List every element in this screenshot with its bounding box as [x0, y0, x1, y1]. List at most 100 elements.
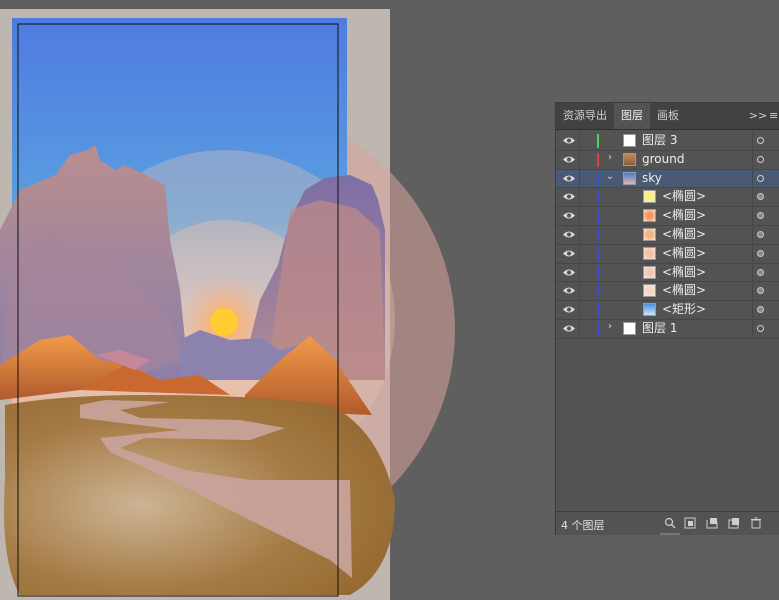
layer-color-bar [597, 209, 599, 224]
visibility-eye-icon[interactable] [562, 323, 576, 334]
layer-name[interactable]: ground [642, 151, 684, 168]
lock-toggle[interactable] [580, 170, 596, 187]
layer-color-bar [597, 303, 599, 318]
sublayer-row[interactable]: <椭圆> [556, 188, 779, 208]
lock-toggle[interactable] [580, 264, 596, 281]
layers-panel: 资源导出 图层 画板 >> ≡ 图层 3 › ground ⌄ sky <椭圆> <椭圆> <… [555, 102, 779, 535]
sublayer-row[interactable]: <椭圆> [556, 225, 779, 245]
target-circle-icon[interactable] [757, 137, 764, 144]
visibility-eye-icon[interactable] [562, 154, 576, 165]
lock-toggle[interactable] [580, 132, 596, 149]
lock-toggle[interactable] [580, 207, 596, 224]
layer-color-bar [597, 171, 599, 186]
column-divider [752, 282, 753, 301]
make-clipping-mask-icon[interactable] [684, 517, 696, 529]
layer-thumbnail [643, 284, 656, 298]
sublayer-row[interactable]: <矩形> [556, 301, 779, 320]
sublayer-row[interactable]: <椭圆> [556, 282, 779, 302]
target-circle-icon[interactable] [757, 249, 764, 257]
lock-toggle[interactable] [580, 245, 596, 262]
visibility-eye-icon[interactable] [562, 248, 576, 259]
new-layer-icon[interactable] [728, 517, 740, 529]
chevron-down-icon[interactable]: ⌄ [605, 171, 615, 182]
column-divider [752, 207, 753, 225]
lock-toggle[interactable] [580, 282, 596, 299]
layer-name[interactable]: 图层 1 [642, 320, 677, 337]
sublayer-row[interactable]: <椭圆> [556, 244, 779, 264]
layer-row[interactable]: ⌄ sky [556, 169, 779, 189]
layers-list: 图层 3 › ground ⌄ sky <椭圆> <椭圆> <椭圆> <椭圆> <椭圆> <椭圆> <… [556, 132, 779, 339]
visibility-eye-icon[interactable] [562, 191, 576, 202]
target-circle-icon[interactable] [757, 230, 764, 238]
tab-asset-export[interactable]: 资源导出 [556, 103, 614, 129]
layer-color-bar [597, 190, 599, 205]
column-divider [752, 132, 753, 150]
target-circle-icon[interactable] [757, 306, 764, 314]
layer-name[interactable]: sky [642, 170, 662, 187]
visibility-eye-icon[interactable] [562, 229, 576, 240]
layer-row[interactable]: 图层 3 [556, 132, 779, 151]
chevron-right-icon[interactable]: › [605, 321, 615, 332]
column-divider [752, 188, 753, 207]
layer-color-bar [597, 227, 599, 242]
create-sublayer-icon[interactable] [706, 517, 718, 529]
layer-thumbnail [643, 265, 656, 279]
lock-toggle[interactable] [580, 320, 596, 337]
layer-color-bar [597, 246, 599, 261]
resize-grip[interactable] [660, 533, 680, 535]
lock-toggle[interactable] [580, 301, 596, 318]
layer-thumbnail [643, 190, 656, 204]
chevron-right-icon[interactable]: › [605, 152, 615, 163]
layer-thumbnail [623, 171, 636, 185]
tab-artboards[interactable]: 画板 [650, 103, 686, 129]
layer-name[interactable]: 图层 3 [642, 132, 677, 149]
target-circle-icon[interactable] [757, 174, 764, 182]
layer-row[interactable]: › ground [556, 150, 779, 170]
layer-color-bar [597, 134, 599, 148]
visibility-eye-icon[interactable] [562, 135, 576, 146]
target-circle-icon[interactable] [757, 268, 764, 276]
layer-name[interactable]: <椭圆> [662, 282, 706, 299]
layer-name[interactable]: <椭圆> [662, 188, 706, 205]
lock-toggle[interactable] [580, 151, 596, 168]
layer-thumbnail [623, 152, 636, 166]
trash-icon[interactable] [750, 517, 762, 529]
layer-color-bar [597, 321, 599, 336]
layer-thumbnail [643, 227, 656, 241]
lock-toggle[interactable] [580, 188, 596, 205]
column-divider [752, 301, 753, 319]
target-circle-icon[interactable] [757, 212, 764, 220]
target-circle-icon[interactable] [757, 287, 764, 295]
column-divider [752, 263, 753, 282]
layer-thumbnail [623, 321, 636, 335]
search-icon[interactable] [664, 517, 676, 529]
target-circle-icon[interactable] [757, 193, 764, 201]
layer-name[interactable]: <矩形> [662, 301, 706, 318]
layer-name[interactable]: <椭圆> [662, 264, 706, 281]
layer-thumbnail [643, 303, 656, 317]
visibility-eye-icon[interactable] [562, 285, 576, 296]
target-circle-icon[interactable] [757, 155, 764, 163]
lock-toggle[interactable] [580, 226, 596, 243]
target-circle-icon[interactable] [757, 324, 764, 332]
layer-name[interactable]: <椭圆> [662, 245, 706, 262]
sublayer-row[interactable]: <椭圆> [556, 263, 779, 283]
column-divider [752, 244, 753, 263]
collapse-panel-button[interactable]: >> [747, 103, 769, 129]
tab-spacer [686, 103, 747, 129]
visibility-eye-icon[interactable] [562, 173, 576, 184]
tab-layers[interactable]: 图层 [614, 103, 650, 129]
layer-name[interactable]: <椭圆> [662, 226, 706, 243]
layer-color-bar [597, 284, 599, 299]
layer-thumbnail [643, 246, 656, 260]
layer-row[interactable]: › 图层 1 [556, 319, 779, 339]
sublayer-row[interactable]: <椭圆> [556, 207, 779, 226]
layer-color-bar [597, 265, 599, 280]
panel-menu-button[interactable]: ≡ [769, 103, 779, 129]
layer-name[interactable]: <椭圆> [662, 207, 706, 224]
visibility-eye-icon[interactable] [562, 210, 576, 221]
visibility-eye-icon[interactable] [562, 304, 576, 315]
column-divider [752, 150, 753, 169]
column-divider [752, 225, 753, 244]
visibility-eye-icon[interactable] [562, 267, 576, 278]
